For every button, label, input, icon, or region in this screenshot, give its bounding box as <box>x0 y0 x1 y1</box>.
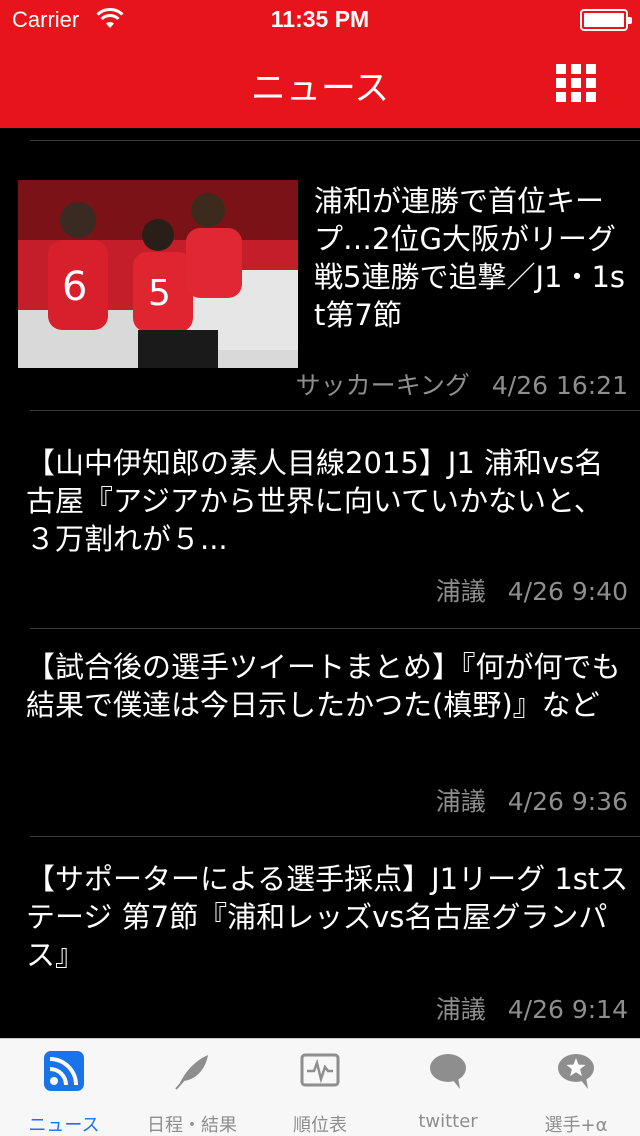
tab-schedule[interactable]: 日程・結果 <box>128 1039 256 1136</box>
news-meta: 浦議 4/26 9:40 <box>436 572 628 608</box>
speech-bubble-icon <box>430 1054 466 1089</box>
tab-label: twitter <box>418 1111 478 1132</box>
news-title: 【サポーターによる選手採点】J1リーグ 1stステージ 第7節『浦和レッズvs名… <box>26 862 629 972</box>
news-source: 浦議 <box>435 577 486 606</box>
header: Carrier 11:35 PM ニュース <box>0 0 640 128</box>
news-meta: サッカーキング 4/26 16:21 <box>296 366 628 402</box>
news-title: 【山中伊知郎の素人目線2015】J1 浦和vs名古屋『アジアから世界に向いていか… <box>26 446 604 556</box>
svg-text:6: 6 <box>62 264 87 310</box>
tab-twitter[interactable]: twitter <box>384 1039 512 1136</box>
tab-label: 日程・結果 <box>147 1115 237 1136</box>
news-meta: 浦議 4/26 9:14 <box>436 990 628 1026</box>
tab-bar: ニュース 日程・結果 順位表 twitter 選手+α <box>0 1038 640 1136</box>
news-date: 4/26 16:21 <box>491 371 628 400</box>
news-date: 4/26 9:40 <box>507 577 628 606</box>
svg-text:5: 5 <box>148 273 171 314</box>
news-thumbnail: 6 5 <box>18 180 298 368</box>
tab-standings[interactable]: 順位表 <box>256 1039 384 1136</box>
news-date: 4/26 9:14 <box>507 995 628 1024</box>
battery-icon <box>580 9 632 31</box>
news-title: 【試合後の選手ツイートまとめ】『何が何でも結果で僕達は今日示したかつた(槙野)』… <box>26 650 621 722</box>
tab-label: ニュース <box>28 1115 100 1136</box>
rss-icon <box>44 1051 84 1091</box>
news-meta: 浦議 4/26 9:36 <box>436 782 628 818</box>
news-source: サッカーキング <box>295 371 470 400</box>
news-title: 浦和が連勝で首位キープ…2位G大阪がリーグ戦5連勝で追撃／J1・1st第7節 <box>314 184 626 332</box>
news-date: 4/26 9:36 <box>507 787 628 816</box>
tab-news[interactable]: ニュース <box>0 1039 128 1136</box>
tab-label: 順位表 <box>293 1115 347 1136</box>
grid-menu-button[interactable] <box>556 64 598 104</box>
status-bar: Carrier 11:35 PM <box>0 0 640 40</box>
news-item[interactable]: 【サポーターによる選手採点】J1リーグ 1stステージ 第7節『浦和レッズvs名… <box>0 836 640 1038</box>
news-list[interactable]: 6 5 浦和が連勝で首位キープ…2位G大阪がリーグ戦5連勝で追撃／J1・1st第… <box>0 128 640 1038</box>
news-source: 浦議 <box>435 995 486 1024</box>
tab-label: 選手+α <box>544 1115 608 1136</box>
news-item[interactable]: 6 5 浦和が連勝で首位キープ…2位G大阪がリーグ戦5連勝で追撃／J1・1st第… <box>0 140 640 408</box>
news-item[interactable]: 【山中伊知郎の素人目線2015】J1 浦和vs名古屋『アジアから世界に向いていか… <box>0 410 640 618</box>
news-source: 浦議 <box>435 787 486 816</box>
page-title: ニュース <box>250 69 390 109</box>
feather-icon <box>175 1055 208 1090</box>
star-bubble-icon <box>558 1054 594 1089</box>
news-item[interactable]: 【試合後の選手ツイートまとめ】『何が何でも結果で僕達は今日示したかつた(槙野)』… <box>0 628 640 836</box>
tab-players[interactable]: 選手+α <box>512 1039 640 1136</box>
chart-monitor-icon <box>300 1053 340 1087</box>
clock: 11:35 PM <box>270 6 370 32</box>
